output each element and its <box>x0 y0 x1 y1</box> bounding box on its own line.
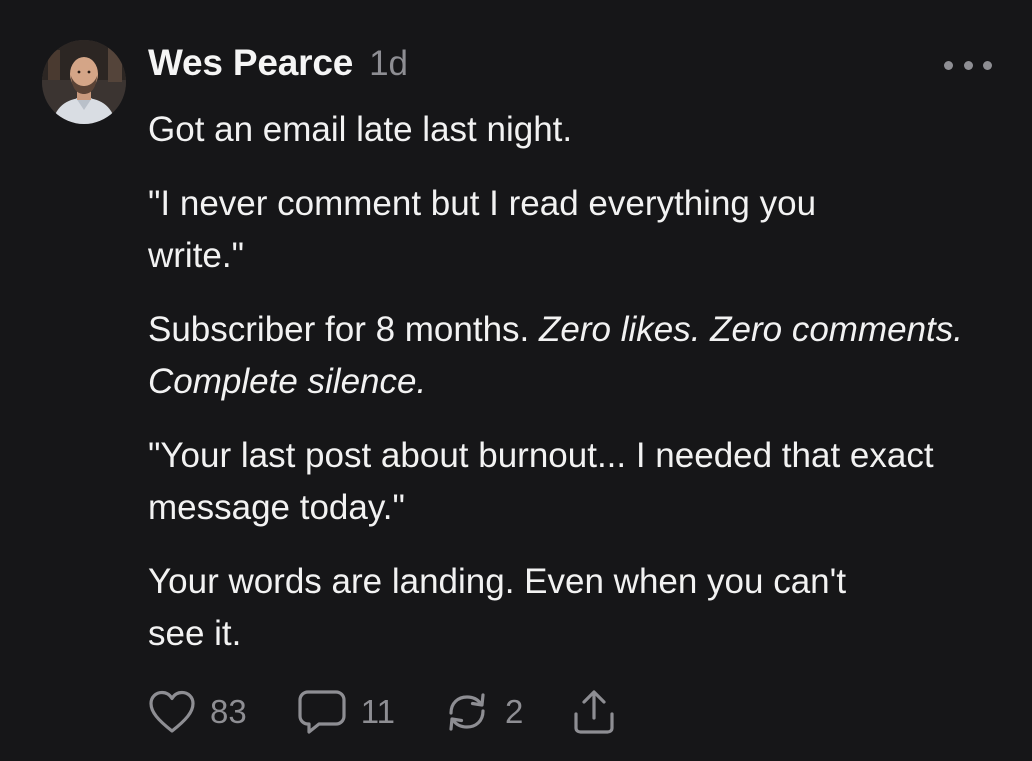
heart-icon <box>148 689 196 735</box>
paragraph-4: "Your last post about burnout... I neede… <box>148 436 934 527</box>
share-upload-icon <box>571 688 617 736</box>
like-button[interactable]: 83 <box>148 689 247 735</box>
more-dot <box>983 60 992 70</box>
comment-button[interactable]: 11 <box>297 688 395 736</box>
restack-button[interactable]: 2 <box>443 689 523 735</box>
author-avatar[interactable] <box>42 40 126 124</box>
restack-arrows-icon <box>443 689 491 735</box>
more-options-button[interactable] <box>944 54 992 76</box>
comment-count: 11 <box>360 693 395 730</box>
action-bar: 83 11 2 <box>148 686 617 738</box>
paragraph-2: "I never comment but I read everything y… <box>148 184 817 275</box>
paragraph-1: Got an email late last night. <box>148 110 573 149</box>
paragraph-5: Your words are landing. Even when you ca… <box>148 562 847 653</box>
note-post: Wes Pearce 1d Got an email late last nig… <box>0 0 1032 761</box>
paragraph-3-plain: Subscriber for 8 months. <box>148 310 539 349</box>
author-name[interactable]: Wes Pearce <box>148 42 353 84</box>
more-dot <box>963 60 973 70</box>
post-header: Wes Pearce 1d <box>148 42 408 90</box>
share-button[interactable] <box>571 688 617 736</box>
more-dot <box>944 60 953 70</box>
post-timestamp[interactable]: 1d <box>369 44 408 84</box>
restack-count: 2 <box>504 693 524 730</box>
post-body: Got an email late last night. "I never c… <box>148 104 988 682</box>
like-count: 83 <box>210 693 247 730</box>
paragraph-3: Subscriber for 8 months. Zero likes. Zer… <box>148 304 988 408</box>
speech-bubble-icon <box>297 688 347 736</box>
